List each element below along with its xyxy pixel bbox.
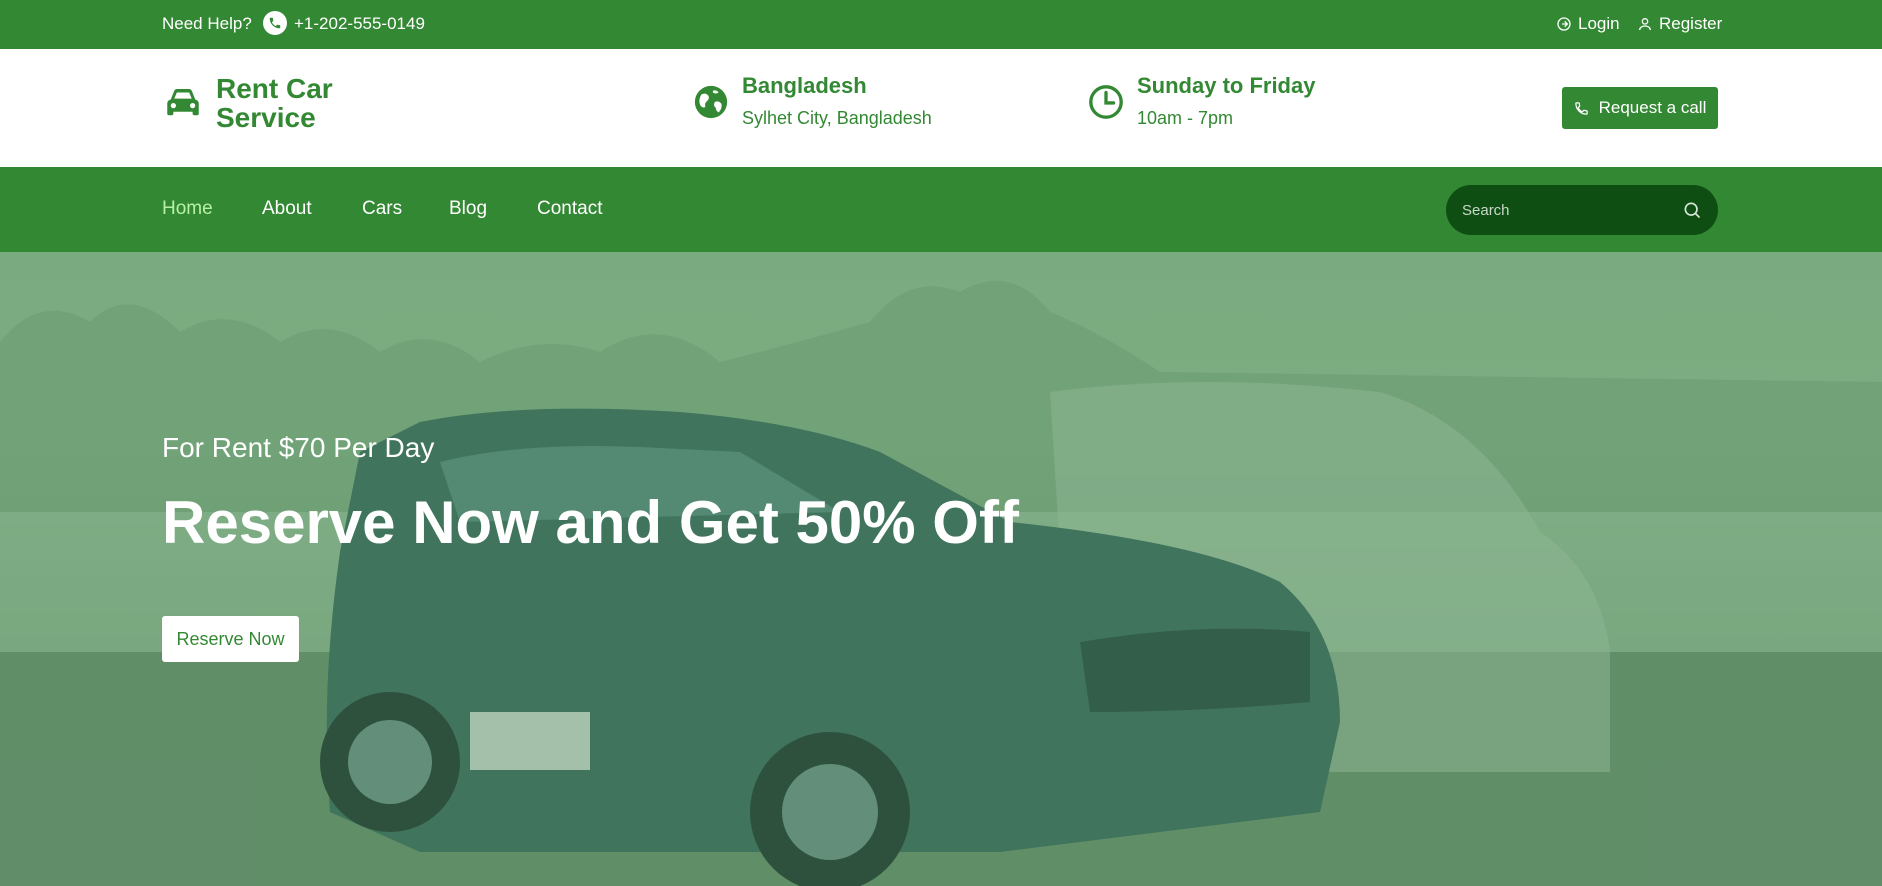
hero-banner: For Rent $70 Per Day Reserve Now and Get… (0, 252, 1882, 886)
main-nav: Home About Cars Blog Contact (0, 167, 1882, 252)
phone-icon (1574, 101, 1588, 115)
hero-overlay (0, 252, 1882, 886)
brand-logo[interactable]: Rent Car Service (162, 74, 346, 132)
request-call-button[interactable]: Request a call (1562, 87, 1718, 129)
search-icon[interactable] (1682, 200, 1702, 220)
header: Rent Car Service Bangladesh Sylhet City,… (0, 49, 1882, 167)
nav-item-blog[interactable]: Blog (449, 198, 487, 220)
nav-item-about[interactable]: About (262, 198, 312, 220)
login-label: Login (1578, 14, 1620, 33)
nav-item-home[interactable]: Home (162, 198, 213, 220)
globe-icon (694, 85, 728, 119)
register-link[interactable]: Register (1637, 14, 1722, 34)
location-title: Bangladesh (742, 73, 867, 98)
login-icon (1557, 17, 1571, 31)
hero-headline: Reserve Now and Get 50% Off (162, 489, 1019, 556)
top-bar: Need Help? +1-202-555-0149 Login Registe… (0, 0, 1882, 49)
brand-name: Rent Car Service (216, 73, 333, 133)
hours-info: Sunday to Friday 10am - 7pm (1087, 73, 1315, 131)
nav-item-contact[interactable]: Contact (537, 198, 602, 220)
location-subtitle: Sylhet City, Bangladesh (742, 108, 932, 128)
nav-item-cars[interactable]: Cars (362, 198, 402, 220)
search-box (1446, 185, 1718, 235)
register-label: Register (1659, 14, 1723, 33)
phone-icon (263, 11, 287, 35)
clock-icon (1089, 85, 1123, 119)
request-call-label: Request a call (1598, 98, 1707, 117)
hours-title: Sunday to Friday (1137, 73, 1316, 98)
help-text: Need Help? (162, 14, 252, 33)
reserve-now-button[interactable]: Reserve Now (162, 616, 299, 662)
hours-subtitle: 10am - 7pm (1137, 108, 1234, 128)
phone-number[interactable]: +1-202-555-0149 (294, 14, 425, 34)
car-icon (167, 89, 199, 116)
hero-subtitle: For Rent $70 Per Day (162, 432, 435, 463)
user-icon (1639, 18, 1651, 31)
location-info: Bangladesh Sylhet City, Bangladesh (692, 73, 932, 131)
search-input[interactable] (1462, 198, 1662, 222)
login-link[interactable]: Login (1556, 14, 1620, 34)
